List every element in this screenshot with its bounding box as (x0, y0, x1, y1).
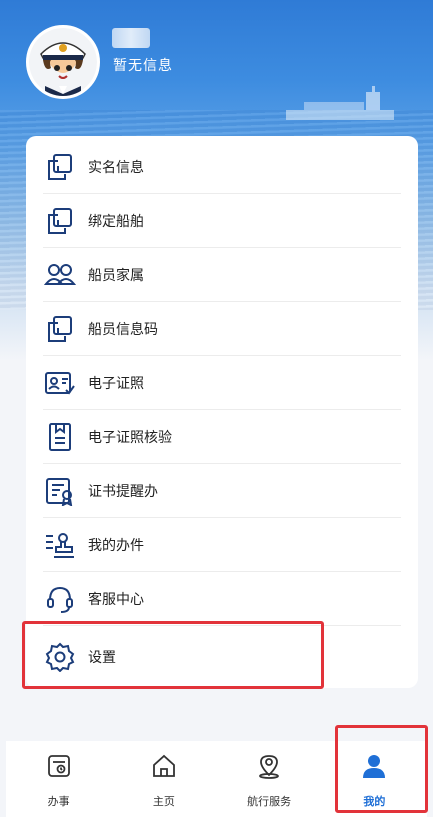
tab-navigation-service[interactable]: 航行服务 (217, 741, 322, 817)
home-icon (152, 754, 175, 777)
headset-icon (43, 582, 77, 616)
certificate-icon (43, 366, 77, 400)
menu-item-label: 绑定船舶 (88, 213, 144, 230)
tab-home[interactable]: 主页 (111, 741, 216, 817)
menu-item-e-certificate[interactable]: 电子证照 (43, 356, 401, 410)
mine-tab-highlight-box (335, 725, 428, 813)
menu-item-label: 客服中心 (88, 591, 144, 608)
family-icon (43, 258, 77, 292)
bind-ship-icon (43, 204, 77, 238)
menu-item-bind-ship[interactable]: 绑定船舶 (43, 194, 401, 248)
verify-icon (43, 420, 77, 454)
avatar[interactable] (26, 25, 100, 99)
menu-item-label: 电子证照核验 (88, 429, 172, 446)
menu-item-info-code[interactable]: 船员信息码 (43, 302, 401, 356)
menu-item-settings[interactable]: 设置 (43, 630, 401, 684)
menu-item-label: 电子证照 (88, 375, 144, 392)
tab-label: 办事 (47, 795, 70, 808)
my-cases-icon (43, 528, 77, 562)
menu-item-certificate-reminder[interactable]: 证书提醒办 (43, 464, 401, 518)
id-card-icon (43, 150, 77, 184)
reminder-icon (43, 474, 77, 508)
tab-service[interactable]: 办事 (6, 741, 111, 817)
qr-info-icon (43, 312, 77, 346)
profile-info-text: 暂无信息 (113, 58, 173, 74)
ship-image (286, 86, 394, 120)
location-icon (259, 755, 280, 779)
service-icon (47, 755, 70, 777)
menu-item-label: 设置 (88, 650, 116, 666)
username-redacted (112, 28, 150, 48)
menu-item-label: 证书提醒办 (88, 483, 158, 500)
menu-item-label: 我的办件 (88, 537, 144, 554)
menu-card: 实名信息 绑定船舶 船员家属 船员信息码 电子证照 电子证照核验 证书提醒办 我… (26, 136, 418, 688)
menu-item-label: 船员家属 (88, 267, 144, 284)
menu-item-family[interactable]: 船员家属 (43, 248, 401, 302)
gear-icon (43, 640, 77, 674)
menu-item-certificate-verify[interactable]: 电子证照核验 (43, 410, 401, 464)
menu-item-label: 船员信息码 (88, 321, 158, 338)
captain-avatar-image (29, 28, 97, 96)
menu-item-real-name[interactable]: 实名信息 (43, 140, 401, 194)
tab-label: 主页 (152, 795, 175, 808)
menu-item-label: 实名信息 (88, 159, 144, 176)
tab-label: 航行服务 (247, 795, 292, 808)
menu-item-customer-service[interactable]: 客服中心 (43, 572, 401, 626)
menu-item-my-cases[interactable]: 我的办件 (43, 518, 401, 572)
